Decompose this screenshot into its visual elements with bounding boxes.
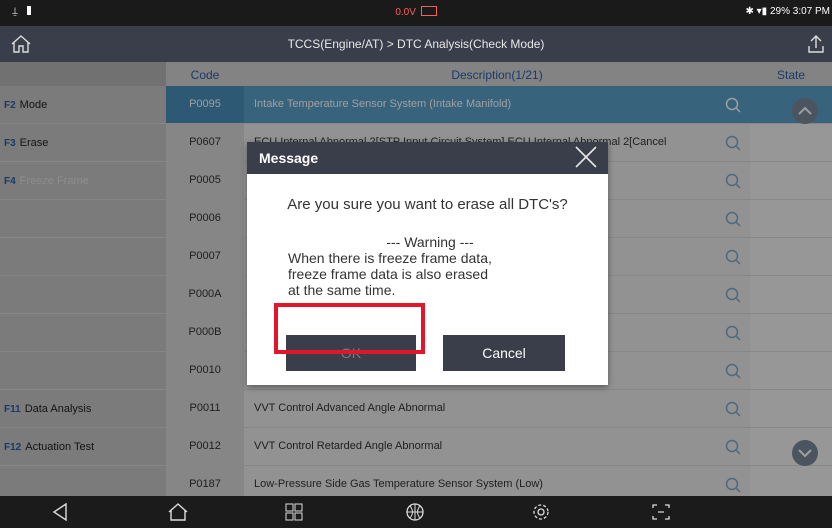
home-icon[interactable] [167,502,189,522]
warning-line: --- Warning --- [386,234,474,250]
voltage-readout: 0.0V [0,6,832,18]
navigation-bar [0,496,832,528]
page-title: TCCS(Engine/AT) > DTC Analysis(Check Mod… [287,37,545,51]
app-screen: ⍊ 0.0V ✱ ▾▮ 29% 3:07 PM TCCS(Engine/AT) … [0,0,832,528]
title-bar: TCCS(Engine/AT) > DTC Analysis(Check Mod… [0,26,832,62]
cancel-button[interactable]: Cancel [443,335,565,371]
highlight-box [274,303,425,354]
status-right: ✱ ▾▮ 29% 3:07 PM [745,6,831,17]
car-battery-icon [420,6,437,16]
globe-icon[interactable] [404,502,426,522]
dialog-title: Message [259,150,319,166]
close-icon[interactable] [574,145,598,169]
warning-line: When there is freeze frame data, [288,250,492,266]
back-icon[interactable] [50,502,72,522]
apps-icon[interactable] [283,502,305,522]
dialog-message: Are you sure you want to erase all DTC's… [287,196,568,213]
dialog-warning: --- Warning --- When there is freeze fra… [280,234,580,298]
dialog-header: Message [247,142,608,174]
screenshot-icon[interactable] [650,502,672,522]
status-bar: ⍊ 0.0V ✱ ▾▮ 29% 3:07 PM [0,0,832,26]
settings-icon[interactable] [530,502,552,522]
warning-line: freeze frame data is also erased [288,266,488,282]
export-icon[interactable] [806,34,826,54]
warning-line: at the same time. [288,282,396,298]
